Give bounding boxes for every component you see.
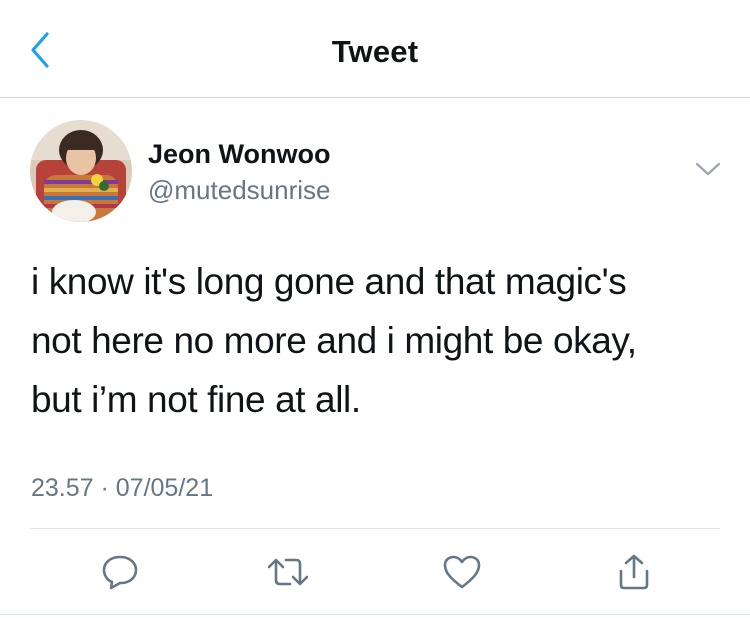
tweet-timestamp[interactable]: 23.57 · 07/05/21	[31, 472, 213, 504]
retweet-icon	[266, 554, 310, 590]
like-button[interactable]	[440, 552, 484, 592]
retweet-button[interactable]	[266, 552, 310, 592]
more-options-button[interactable]	[690, 156, 726, 186]
divider	[30, 528, 720, 529]
reply-icon	[100, 553, 140, 591]
top-bar: Tweet	[0, 0, 750, 98]
share-button[interactable]	[612, 552, 656, 592]
author-handle[interactable]: @mutedsunrise	[148, 174, 330, 206]
author-name[interactable]: Jeon Wonwoo	[148, 138, 331, 170]
like-icon	[442, 554, 482, 590]
share-icon	[616, 553, 652, 591]
bottom-divider	[0, 614, 750, 615]
page-title: Tweet	[331, 34, 419, 69]
tweet-text: i know it's long gone and that magic's n…	[31, 261, 637, 420]
chevron-down-icon	[694, 160, 722, 183]
reply-button[interactable]	[98, 552, 142, 592]
avatar[interactable]	[30, 120, 132, 222]
